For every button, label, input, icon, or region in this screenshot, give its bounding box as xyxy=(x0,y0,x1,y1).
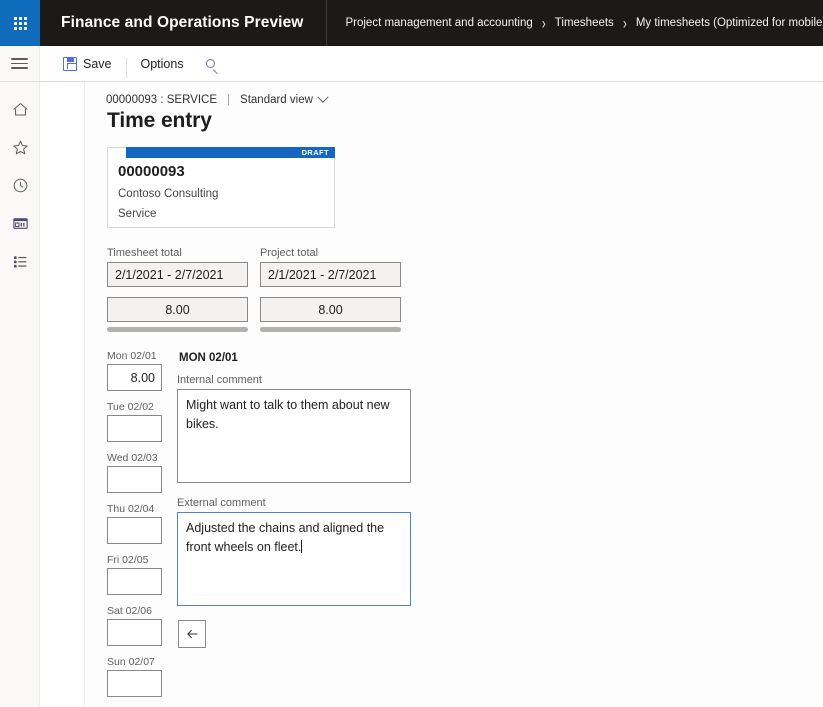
breadcrumb-item-timesheets[interactable]: Timesheets xyxy=(555,17,614,29)
project-total-scrollbar[interactable] xyxy=(260,327,401,332)
command-bar-actions: Save Options xyxy=(40,46,228,81)
clock-icon xyxy=(13,178,27,192)
status-badge: DRAFT xyxy=(126,147,335,158)
project-total-amount[interactable]: 8.00 xyxy=(260,297,401,322)
search-icon xyxy=(206,59,216,68)
waffle-icon xyxy=(13,16,27,30)
sidebar-item-home[interactable] xyxy=(0,90,40,128)
day-label: Tue 02/02 xyxy=(107,401,154,413)
day-row: Mon 02/01 8.00 xyxy=(107,350,169,391)
day-hours-input[interactable] xyxy=(107,415,162,442)
save-button-label: Save xyxy=(83,56,112,71)
day-row: Sun 02/07 xyxy=(107,656,169,697)
breadcrumb-item-my-timesheets[interactable]: My timesheets (Optimized for mobile) xyxy=(636,17,823,29)
project-total-period[interactable]: 2/1/2021 - 2/7/2021 xyxy=(260,262,401,287)
text-cursor xyxy=(301,540,303,553)
sidebar-item-workspaces[interactable] xyxy=(0,204,40,242)
detail-day-heading: MON 02/01 xyxy=(179,352,238,364)
main-content: 00000093 : SERVICE | Standard view Time … xyxy=(86,82,823,707)
external-comment-label: External comment xyxy=(177,497,266,509)
record-card-customer: Contoso Consulting xyxy=(118,188,219,200)
app-title: Finance and Operations Preview xyxy=(61,14,304,31)
timesheet-total-block: Timesheet total 2/1/2021 - 2/7/2021 8.00 xyxy=(107,247,248,332)
list-icon xyxy=(13,255,26,267)
day-row: Sat 02/06 xyxy=(107,605,169,646)
day-label: Sun 02/07 xyxy=(107,656,155,668)
external-comment-input[interactable]: Adjusted the chains and aligned the fron… xyxy=(177,512,411,606)
timesheet-total-label: Timesheet total xyxy=(107,247,182,259)
home-icon xyxy=(12,102,28,116)
day-hours-column: Mon 02/01 8.00 Tue 02/02 Wed 02/03 Thu 0… xyxy=(107,350,169,707)
left-nav-rail xyxy=(0,82,40,707)
day-label: Mon 02/01 xyxy=(107,350,157,362)
chevron-right-icon: › xyxy=(541,13,546,33)
command-bar: Save Options xyxy=(0,46,823,82)
view-selector-label: Standard view xyxy=(240,94,313,106)
menu-toggle-button[interactable] xyxy=(0,46,40,81)
page-caption: 00000093 : SERVICE | Standard view xyxy=(106,91,823,106)
day-label: Sat 02/06 xyxy=(107,605,152,617)
record-card-number: 00000093 xyxy=(118,163,185,180)
sidebar-item-modules[interactable] xyxy=(0,242,40,280)
search-button[interactable] xyxy=(194,46,228,81)
day-hours-input[interactable] xyxy=(107,568,162,595)
internal-comment-input[interactable]: Might want to talk to them about new bik… xyxy=(177,389,411,483)
caption-separator: | xyxy=(227,94,231,106)
day-row: Fri 02/05 xyxy=(107,554,169,595)
save-button[interactable]: Save xyxy=(53,46,122,81)
project-total-block: Project total 2/1/2021 - 2/7/2021 8.00 xyxy=(260,247,401,332)
day-label: Wed 02/03 xyxy=(107,452,158,464)
chevron-right-icon: › xyxy=(622,13,627,33)
day-hours-input[interactable] xyxy=(107,619,162,646)
internal-comment-label: Internal comment xyxy=(177,374,262,386)
day-row: Wed 02/03 xyxy=(107,452,169,493)
day-label: Fri 02/05 xyxy=(107,554,149,566)
back-button[interactable] xyxy=(178,620,206,648)
breadcrumb: Project management and accounting › Time… xyxy=(327,13,823,33)
record-caption: 00000093 : SERVICE xyxy=(106,94,218,106)
project-total-label: Project total xyxy=(260,247,319,259)
external-comment-text: Adjusted the chains and aligned the fron… xyxy=(186,521,385,554)
breadcrumb-item-module[interactable]: Project management and accounting xyxy=(345,17,532,29)
day-row: Thu 02/04 xyxy=(107,503,169,544)
options-button-label: Options xyxy=(140,56,184,71)
day-detail-panel: MON 02/01 Internal comment Might want to… xyxy=(177,350,415,707)
timesheet-total-period[interactable]: 2/1/2021 - 2/7/2021 xyxy=(107,262,248,287)
workspace-icon xyxy=(12,217,28,229)
hamburger-icon xyxy=(11,55,28,72)
star-icon xyxy=(12,140,28,154)
floppy-disk-icon xyxy=(63,56,77,71)
content-gutter xyxy=(41,82,85,707)
record-card[interactable]: DRAFT 00000093 Contoso Consulting Servic… xyxy=(107,147,335,228)
view-selector[interactable]: Standard view xyxy=(240,91,329,106)
options-button[interactable]: Options xyxy=(131,46,194,81)
totals-section: Timesheet total 2/1/2021 - 2/7/2021 8.00… xyxy=(107,247,823,332)
sidebar-item-recent[interactable] xyxy=(0,166,40,204)
top-header-bar: Finance and Operations Preview Project m… xyxy=(0,0,823,46)
day-label: Thu 02/04 xyxy=(107,503,155,515)
day-row: Tue 02/02 xyxy=(107,401,169,442)
page-title: Time entry xyxy=(107,109,212,132)
day-entry-grid: Mon 02/01 8.00 Tue 02/02 Wed 02/03 Thu 0… xyxy=(107,350,823,707)
arrow-left-icon xyxy=(187,630,198,638)
day-hours-input[interactable] xyxy=(107,517,162,544)
day-hours-input[interactable]: 8.00 xyxy=(107,364,162,391)
record-card-category: Service xyxy=(118,208,157,220)
timesheet-total-scrollbar[interactable] xyxy=(107,327,248,332)
sidebar-item-favorites[interactable] xyxy=(0,128,40,166)
timesheet-total-amount[interactable]: 8.00 xyxy=(107,297,248,322)
app-launcher-button[interactable] xyxy=(0,0,40,46)
day-hours-input[interactable] xyxy=(107,670,162,697)
day-hours-input[interactable] xyxy=(107,466,162,493)
command-separator xyxy=(125,57,127,78)
chevron-down-icon xyxy=(317,91,329,103)
